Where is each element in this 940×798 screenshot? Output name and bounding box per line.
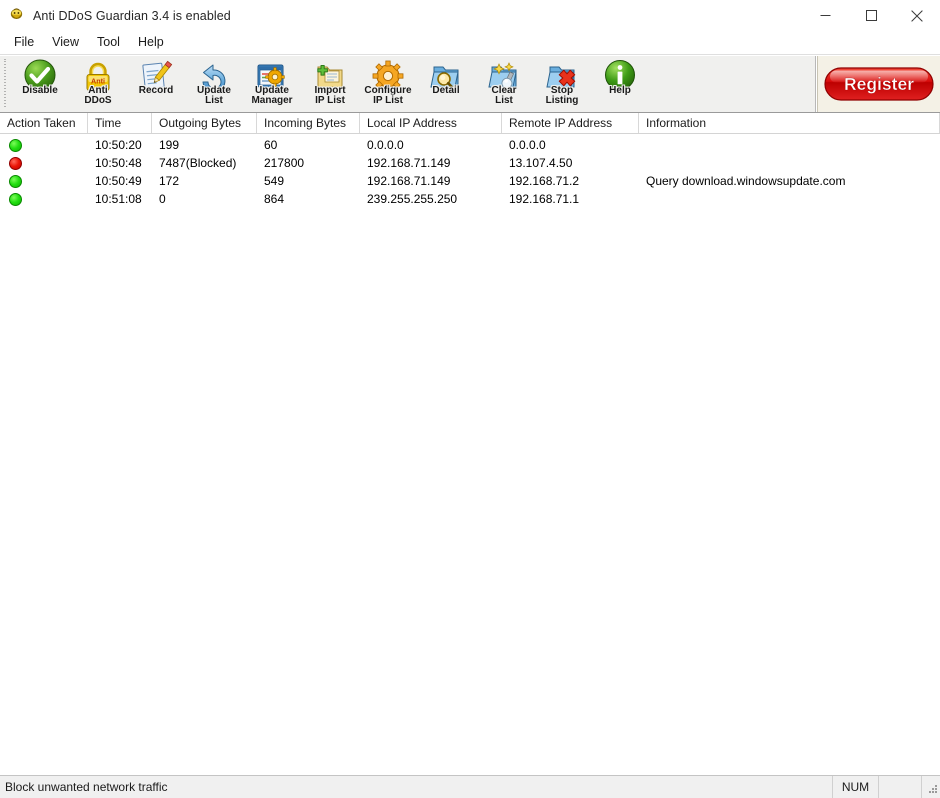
- cell-information: [639, 154, 940, 172]
- cell-time: 10:50:20: [95, 138, 142, 152]
- cell-action-taken: [0, 172, 88, 190]
- green-info-circle-icon: [605, 60, 635, 90]
- status-dot-allowed-icon: [9, 174, 22, 188]
- cell-incoming-bytes: 217800: [264, 156, 305, 170]
- window-title: Anti DDoS Guardian 3.4 is enabled: [33, 8, 231, 23]
- register-button-label: Register: [844, 74, 914, 94]
- cell-local-ip-address: 239.255.255.250: [367, 192, 458, 206]
- table-row[interactable]: 10:50:49 172 549 192.168.71.149 192.168.…: [0, 172, 940, 190]
- cell-local-ip-address: 192.168.71.149: [367, 156, 451, 170]
- traffic-log-listview[interactable]: Action Taken Time Outgoing Bytes Incomin…: [0, 113, 940, 775]
- maximize-button[interactable]: [848, 0, 894, 31]
- svg-text:Anti: Anti: [91, 77, 105, 86]
- cell-incoming-bytes: 549: [264, 174, 285, 188]
- status-message: Block unwanted network traffic: [0, 776, 833, 798]
- cell-remote-ip-address: 13.107.4.50: [509, 156, 573, 170]
- toolbar-button-update-list[interactable]: Update List: [185, 57, 243, 111]
- minimize-icon: [820, 15, 830, 16]
- column-header-outgoing-bytes[interactable]: Outgoing Bytes: [152, 113, 257, 133]
- menu-item-tool[interactable]: Tool: [88, 33, 129, 52]
- column-header-local-ip-address[interactable]: Local IP Address: [360, 113, 502, 133]
- toolbar: Disable Anti Anti DDoS Record Update Lis…: [0, 55, 940, 113]
- status-num-indicator: NUM: [833, 776, 879, 798]
- close-button[interactable]: [894, 0, 940, 31]
- minimize-button[interactable]: [802, 0, 848, 31]
- yellow-padlock-icon: Anti: [86, 62, 110, 91]
- column-header-action-taken[interactable]: Action Taken: [0, 113, 88, 133]
- cell-outgoing-bytes: 199: [159, 138, 180, 152]
- close-icon: [911, 9, 923, 22]
- table-row[interactable]: 10:50:20 199 60 0.0.0.0 0.0.0.0: [0, 136, 940, 154]
- blue-refresh-arrow-icon: [202, 64, 226, 93]
- folder-red-x-icon: [546, 66, 576, 88]
- toolbar-button-update-manager[interactable]: Update Manager: [243, 57, 301, 111]
- cell-time: 10:51:08: [95, 192, 142, 206]
- cell-information: Query download.windowsupdate.com: [646, 174, 846, 188]
- table-row[interactable]: 10:50:48 7487(Blocked) 217800 192.168.71…: [0, 154, 940, 172]
- column-header-time[interactable]: Time: [88, 113, 152, 133]
- folder-sparkle-icon: [488, 62, 517, 89]
- cell-remote-ip-address: 0.0.0.0: [509, 138, 546, 152]
- cell-remote-ip-address: 192.168.71.2: [509, 174, 580, 188]
- resize-grip-icon: [929, 785, 937, 793]
- title-bar: Anti DDoS Guardian 3.4 is enabled: [0, 0, 940, 31]
- column-header-information[interactable]: Information: [639, 113, 940, 133]
- cell-local-ip-address: 192.168.71.149: [367, 174, 451, 188]
- cell-information: [639, 190, 940, 208]
- status-bar: Block unwanted network traffic NUM: [0, 775, 940, 798]
- toolbar-button-record[interactable]: Record: [127, 57, 185, 111]
- cell-outgoing-bytes: 172: [159, 174, 180, 188]
- status-dot-allowed-icon: [9, 138, 22, 152]
- listview-header: Action Taken Time Outgoing Bytes Incomin…: [0, 113, 940, 134]
- menu-bar: File View Tool Help: [0, 31, 940, 55]
- menu-item-file[interactable]: File: [5, 33, 43, 52]
- column-header-remote-ip-address[interactable]: Remote IP Address: [502, 113, 639, 133]
- cell-outgoing-bytes: 7487(Blocked): [159, 156, 237, 170]
- application-window: Anti DDoS Guardian 3.4 is enabled File V…: [0, 0, 940, 798]
- document-pencil-icon: [142, 60, 173, 90]
- orange-gear-icon: [372, 60, 404, 92]
- window-gear-icon: [257, 64, 285, 88]
- toolbar-button-configure-ip-list[interactable]: Configure IP List: [359, 57, 417, 111]
- toolbar-button-anti-ddos[interactable]: Anti Anti DDoS: [69, 57, 127, 111]
- toolbar-button-disable[interactable]: Disable: [11, 57, 69, 111]
- listview-body: 10:50:20 199 60 0.0.0.0 0.0.0.0 10:50:48…: [0, 134, 940, 775]
- maximize-icon: [865, 10, 877, 21]
- status-dot-allowed-icon: [9, 192, 22, 206]
- toolbar-button-stop-listing[interactable]: Stop Listing: [533, 57, 591, 111]
- toolbar-button-detail[interactable]: Detail: [417, 57, 475, 111]
- cell-time: 10:50:48: [95, 156, 142, 170]
- status-blank-pane: [879, 776, 922, 798]
- menu-item-help[interactable]: Help: [129, 33, 173, 52]
- cell-outgoing-bytes: 0: [159, 192, 166, 206]
- cell-action-taken: [0, 154, 88, 172]
- green-check-circle-icon: [24, 59, 56, 91]
- status-dot-blocked-icon: [9, 156, 22, 170]
- toolbar-drag-grip[interactable]: [2, 59, 9, 109]
- table-row[interactable]: 10:51:08 0 864 239.255.255.250 192.168.7…: [0, 190, 940, 208]
- toolbar-button-import-ip-list[interactable]: Import IP List: [301, 57, 359, 111]
- menu-item-view[interactable]: View: [43, 33, 88, 52]
- column-header-incoming-bytes[interactable]: Incoming Bytes: [257, 113, 360, 133]
- cell-time: 10:50:49: [95, 174, 142, 188]
- cell-incoming-bytes: 60: [264, 138, 278, 152]
- folder-plus-icon: [317, 65, 343, 88]
- register-pane: Register: [817, 56, 940, 112]
- toolbar-button-clear-list[interactable]: Clear List: [475, 57, 533, 111]
- cell-action-taken: [0, 136, 88, 154]
- register-button[interactable]: Register: [824, 67, 934, 101]
- toolbar-buttons: Disable Anti Anti DDoS Record Update Lis…: [11, 56, 815, 111]
- cell-local-ip-address: 0.0.0.0: [367, 138, 404, 152]
- cell-incoming-bytes: 864: [264, 192, 285, 206]
- guardian-shield-icon: [10, 8, 23, 20]
- cell-action-taken: [0, 190, 88, 208]
- folder-magnifier-icon: [430, 66, 459, 90]
- cell-remote-ip-address: 192.168.71.1: [509, 192, 580, 206]
- toolbar-button-help[interactable]: Help: [591, 57, 649, 111]
- window-controls: [802, 0, 940, 31]
- window-resize-grip[interactable]: [922, 776, 940, 798]
- cell-information: [639, 136, 940, 154]
